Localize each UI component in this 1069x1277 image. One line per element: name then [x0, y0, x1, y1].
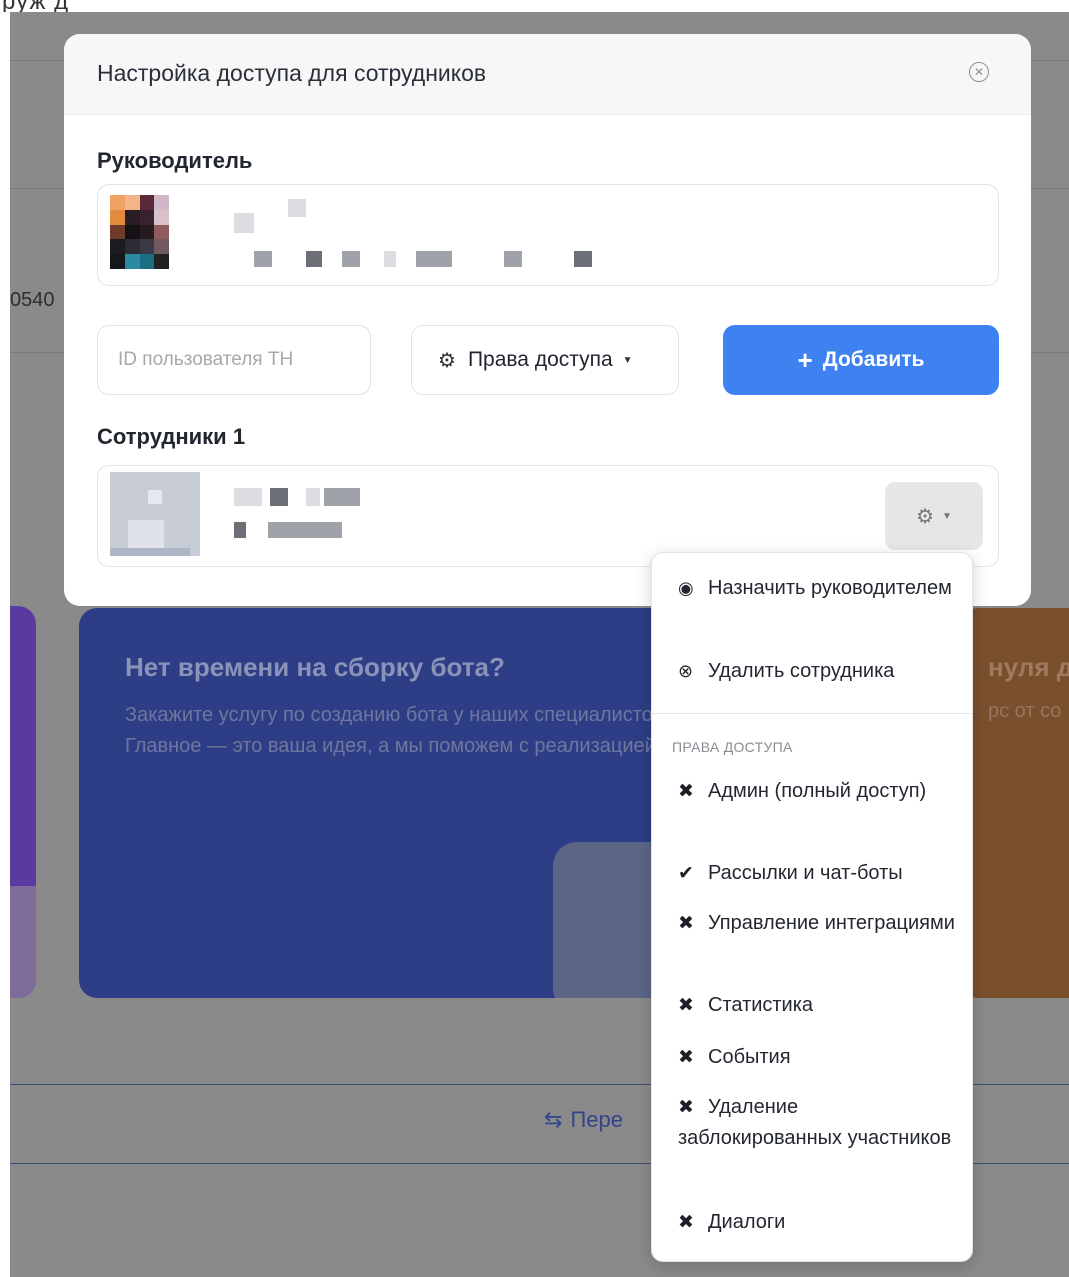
- leader-card: [97, 184, 999, 286]
- gear-icon: ⚙: [916, 505, 935, 528]
- add-button-label: Добавить: [822, 348, 925, 371]
- redacted-text: [268, 522, 342, 538]
- leader-label: Руководитель: [97, 148, 253, 173]
- avatar: [110, 195, 184, 269]
- purple-card: [10, 606, 36, 998]
- top-strip: руж д: [0, 0, 1069, 12]
- top-strip-text: руж д: [2, 0, 69, 12]
- modal-header: Настройка доступа для сотрудников ✕: [64, 34, 1031, 115]
- right-label: Статистика: [708, 994, 814, 1016]
- redacted-name: [234, 213, 254, 233]
- right-label: Управление интеграциями: [708, 912, 955, 934]
- assign-leader-item[interactable]: ◉ Назначить руководителем: [678, 573, 958, 604]
- row-number: 0540: [10, 289, 55, 311]
- redacted-text: [234, 522, 246, 538]
- switch-link[interactable]: ⇆ Пере: [544, 1107, 623, 1133]
- delete-employee-label: Удалить сотрудника: [708, 660, 895, 682]
- avatar: [110, 472, 200, 556]
- right-label: События: [708, 1046, 791, 1068]
- x-circle-icon: ⊗: [678, 661, 694, 681]
- redacted-text: [254, 251, 272, 267]
- redacted-text: [504, 251, 522, 267]
- promo-card-title: Нет времени на сборку бота?: [125, 652, 505, 682]
- cross-icon: ✖: [678, 1212, 694, 1233]
- right-item-admin[interactable]: ✖ Админ (полный доступ): [678, 776, 958, 807]
- right-item-integrations[interactable]: ✖ Управление интеграциями: [678, 908, 958, 939]
- check-icon: ✔: [678, 863, 694, 884]
- delete-employee-item[interactable]: ⊗ Удалить сотрудника: [678, 656, 958, 687]
- redacted-name: [270, 488, 288, 506]
- orange-card-title: нуля д: [988, 652, 1069, 682]
- cross-icon: ✖: [678, 781, 694, 802]
- add-button[interactable]: + Добавить: [723, 325, 999, 395]
- redacted-text: [342, 251, 360, 267]
- redacted-text: [306, 251, 322, 267]
- redacted-name: [324, 488, 360, 506]
- right-label: Удаление заблокированных участников: [678, 1096, 952, 1149]
- promo-card-text: Закажите услугу по созданию бота у наших…: [125, 704, 669, 757]
- swap-arrows-icon: ⇆: [544, 1107, 563, 1132]
- right-item-blocked-removal[interactable]: ✖ Удаление заблокированных участников: [678, 1092, 958, 1154]
- orange-card: нуля д рс от со: [960, 608, 1069, 998]
- caret-down-icon: ▼: [942, 510, 952, 522]
- gear-icon: ⚙: [438, 349, 456, 372]
- caret-down-icon: ▼: [622, 354, 633, 366]
- employee-actions-menu: ◉ Назначить руководителем ⊗ Удалить сотруд…: [651, 552, 973, 1262]
- redacted-text: [574, 251, 592, 267]
- close-circle-icon[interactable]: ✕: [969, 62, 989, 82]
- access-rights-dropdown[interactable]: ⚙ Права доступа ▼: [411, 325, 679, 395]
- right-label: Диалоги: [708, 1211, 786, 1233]
- purple-card-lower: [10, 886, 36, 998]
- right-item-dialogs[interactable]: ✖ Диалоги: [678, 1207, 958, 1238]
- employees-label: Сотрудники 1: [97, 424, 246, 449]
- redacted-name: [288, 199, 306, 217]
- right-item-events[interactable]: ✖ События: [678, 1042, 958, 1073]
- access-settings-modal: Настройка доступа для сотрудников ✕ Руко…: [64, 34, 1031, 606]
- orange-card-text: рс от со: [988, 700, 1062, 722]
- user-id-input[interactable]: [97, 325, 371, 395]
- user-circle-icon: ◉: [678, 578, 694, 598]
- rights-section-header: ПРАВА ДОСТУПА: [672, 739, 793, 755]
- switch-link-label: Пере: [570, 1107, 623, 1132]
- employee-settings-button[interactable]: ⚙ ▼: [885, 482, 983, 550]
- redacted-name: [306, 488, 320, 506]
- right-label: Рассылки и чат-боты: [708, 862, 903, 884]
- modal-title: Настройка доступа для сотрудников: [97, 60, 487, 86]
- access-rights-label: Права доступа: [467, 348, 613, 371]
- right-label: Админ (полный доступ): [708, 780, 927, 802]
- right-item-statistics[interactable]: ✖ Статистика: [678, 990, 958, 1021]
- cross-icon: ✖: [678, 1047, 694, 1068]
- right-item-mailings[interactable]: ✔ Рассылки и чат-боты: [678, 858, 958, 889]
- redacted-name: [234, 488, 262, 506]
- cross-icon: ✖: [678, 995, 694, 1016]
- cross-icon: ✖: [678, 1097, 694, 1118]
- redacted-text: [384, 251, 396, 267]
- divider: [652, 713, 972, 714]
- redacted-text: [416, 251, 452, 267]
- plus-icon: +: [797, 345, 813, 375]
- cross-icon: ✖: [678, 913, 694, 934]
- assign-leader-label: Назначить руководителем: [708, 577, 952, 599]
